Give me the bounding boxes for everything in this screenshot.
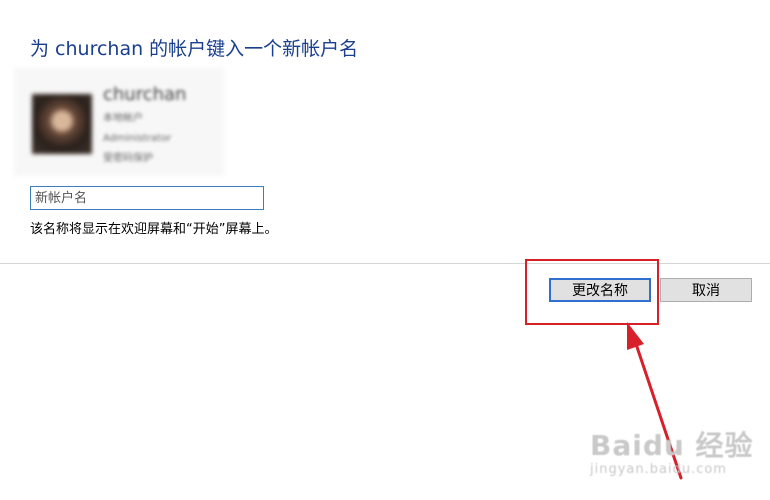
divider (0, 263, 770, 264)
account-type: 本地帐户 (103, 113, 143, 124)
new-account-name-input[interactable] (30, 186, 264, 210)
account-name: churchan (103, 84, 187, 105)
page-title: 为 churchan 的帐户键入一个新帐户名 (30, 38, 359, 60)
change-name-button[interactable]: 更改名称 (549, 278, 651, 302)
cancel-button[interactable]: 取消 (660, 278, 752, 302)
watermark-url: jingyan.baidu.com (590, 462, 727, 477)
avatar (32, 94, 92, 154)
watermark: Baidu 经验 jingyan.baidu.com (590, 424, 754, 477)
name-hint-text: 该名称将显示在欢迎屏幕和“开始”屏幕上。 (30, 222, 278, 237)
watermark-logo: Baidu 经验 (590, 429, 754, 462)
account-protection: 受密码保护 (103, 153, 153, 164)
account-info: churchan 本地帐户 Administrator 受密码保护 (103, 84, 186, 169)
account-role: Administrator (103, 133, 172, 144)
